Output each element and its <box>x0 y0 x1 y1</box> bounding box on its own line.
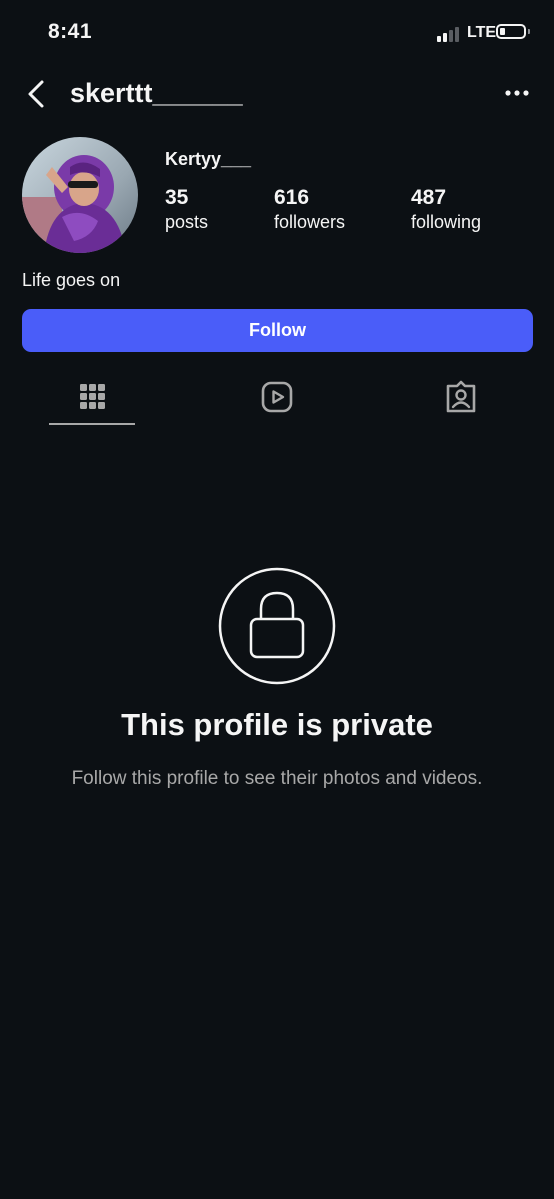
following-label[interactable]: following <box>411 212 481 233</box>
followers-count[interactable]: 616 <box>274 186 309 210</box>
profile-screen: 8:41 LTE skerttt______ Kertyy___ 35 post… <box>0 0 554 1199</box>
following-count[interactable]: 487 <box>411 186 446 210</box>
battery-tip <box>528 29 530 34</box>
private-subtitle: Follow this profile to see their photos … <box>71 768 483 789</box>
follow-button[interactable]: Follow <box>22 309 533 352</box>
signal-icon <box>437 26 463 42</box>
lock-icon <box>218 567 336 685</box>
bio-text: Life goes on <box>22 270 121 290</box>
reels-icon[interactable] <box>260 380 294 414</box>
avatar-photo <box>22 137 138 253</box>
ellipsis-icon[interactable] <box>502 83 532 103</box>
tagged-icon[interactable] <box>444 380 478 414</box>
status-time: 8:41 <box>48 20 93 43</box>
posts-count[interactable]: 35 <box>165 186 188 210</box>
network-label: LTE <box>467 24 497 41</box>
avatar[interactable] <box>22 137 138 253</box>
header-username: skerttt______ <box>70 78 243 108</box>
active-tab-indicator <box>49 423 135 425</box>
followers-label[interactable]: followers <box>274 212 345 233</box>
grid-icon[interactable] <box>75 380 109 414</box>
posts-label[interactable]: posts <box>165 212 208 233</box>
chevron-left-icon[interactable] <box>24 79 50 109</box>
private-title: This profile is private <box>121 707 433 742</box>
display-name: Kertyy___ <box>165 149 252 169</box>
battery-icon <box>496 24 526 39</box>
